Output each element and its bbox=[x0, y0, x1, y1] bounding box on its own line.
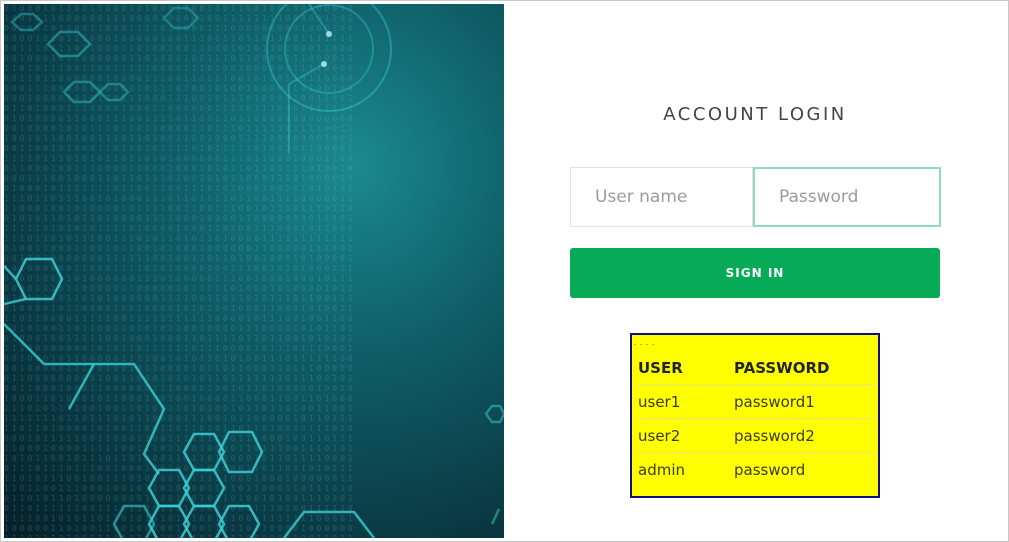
login-page: 0100010110011000101000110010011001001001… bbox=[0, 0, 1009, 542]
table-row: user1 password1 bbox=[636, 384, 876, 419]
password-field[interactable] bbox=[753, 167, 941, 227]
cell-password: password1 bbox=[732, 384, 876, 419]
table-row: user2 password2 bbox=[636, 418, 876, 453]
table-header-row: USER PASSWORD bbox=[636, 351, 876, 385]
cell-user: user1 bbox=[636, 384, 732, 419]
decorative-dots: - - - - bbox=[634, 341, 656, 348]
login-title: ACCOUNT LOGIN bbox=[663, 104, 847, 125]
cell-user: user2 bbox=[636, 418, 732, 453]
credentials-table: USER PASSWORD user1 password1 user2 pass… bbox=[636, 351, 876, 486]
column-header-user: USER bbox=[636, 351, 732, 385]
cell-password: password2 bbox=[732, 418, 876, 453]
credentials-box: - - - - USER PASSWORD user1 password1 us… bbox=[630, 333, 880, 498]
column-header-password: PASSWORD bbox=[732, 351, 876, 385]
username-field[interactable] bbox=[570, 167, 753, 227]
cell-user: admin bbox=[638, 460, 685, 479]
login-panel: ACCOUNT LOGIN SIGN IN - - - - USER PASSW… bbox=[505, 4, 1005, 538]
cell-password: password bbox=[734, 460, 806, 479]
hero-image: 0100010110011000101000110010011001001001… bbox=[4, 4, 504, 538]
table-row: admin password bbox=[636, 453, 876, 487]
sign-in-button[interactable]: SIGN IN bbox=[570, 248, 940, 298]
circuit-graphic bbox=[4, 4, 504, 538]
